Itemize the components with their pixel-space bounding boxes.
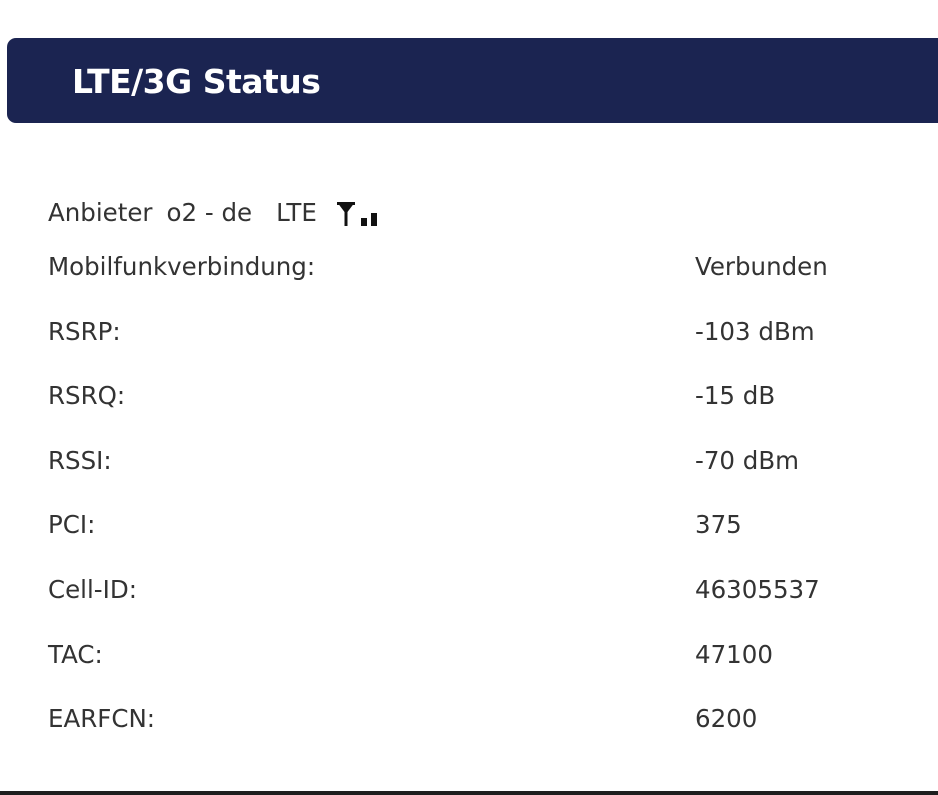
status-label: Cell-ID: bbox=[48, 574, 137, 604]
provider-name: o2 - de bbox=[166, 197, 253, 227]
status-row-pci: PCI: 375 bbox=[48, 502, 908, 567]
status-label: Mobilfunkverbindung: bbox=[48, 252, 316, 281]
status-label: EARFCN: bbox=[48, 704, 156, 734]
status-row-rsrp: RSRP: -103 dBm bbox=[48, 309, 908, 374]
signal-bar-1 bbox=[360, 218, 367, 226]
status-label: PCI: bbox=[48, 510, 96, 540]
provider-label: Anbieter bbox=[48, 197, 153, 227]
status-row-earfcn: EARFCN: 6200 bbox=[48, 696, 908, 761]
status-label: RSSI: bbox=[48, 445, 112, 475]
status-label: RSRP: bbox=[48, 316, 121, 346]
status-label: TAC: bbox=[48, 639, 103, 669]
status-row-tac: TAC: 47100 bbox=[48, 632, 908, 697]
status-label: RSRQ: bbox=[48, 381, 126, 411]
status-value: -70 dBm bbox=[695, 445, 800, 475]
signal-bar-2 bbox=[370, 213, 377, 226]
status-row-cell-id: Cell-ID: 46305537 bbox=[48, 567, 908, 632]
status-table: Mobilfunkverbindung: Verbunden RSRP: -10… bbox=[48, 244, 908, 761]
status-header: LTE/3G Status bbox=[7, 38, 938, 123]
bottom-divider bbox=[0, 791, 938, 795]
signal-antenna-icon bbox=[335, 198, 385, 230]
network-technology: LTE bbox=[276, 197, 317, 227]
status-row-rssi: RSSI: -70 dBm bbox=[48, 438, 908, 503]
provider-info: Anbieter o2 - de LTE bbox=[48, 192, 385, 232]
status-value: Verbunden bbox=[695, 252, 828, 281]
status-value: 47100 bbox=[695, 639, 773, 669]
status-row-connection: Mobilfunkverbindung: Verbunden bbox=[48, 244, 908, 309]
status-value: -103 dBm bbox=[695, 316, 815, 346]
status-value: 6200 bbox=[695, 704, 758, 734]
page-title: LTE/3G Status bbox=[72, 62, 321, 101]
status-row-rsrq: RSRQ: -15 dB bbox=[48, 373, 908, 438]
status-value: 375 bbox=[695, 510, 742, 540]
status-value: -15 dB bbox=[695, 381, 776, 411]
status-value: 46305537 bbox=[695, 574, 820, 604]
